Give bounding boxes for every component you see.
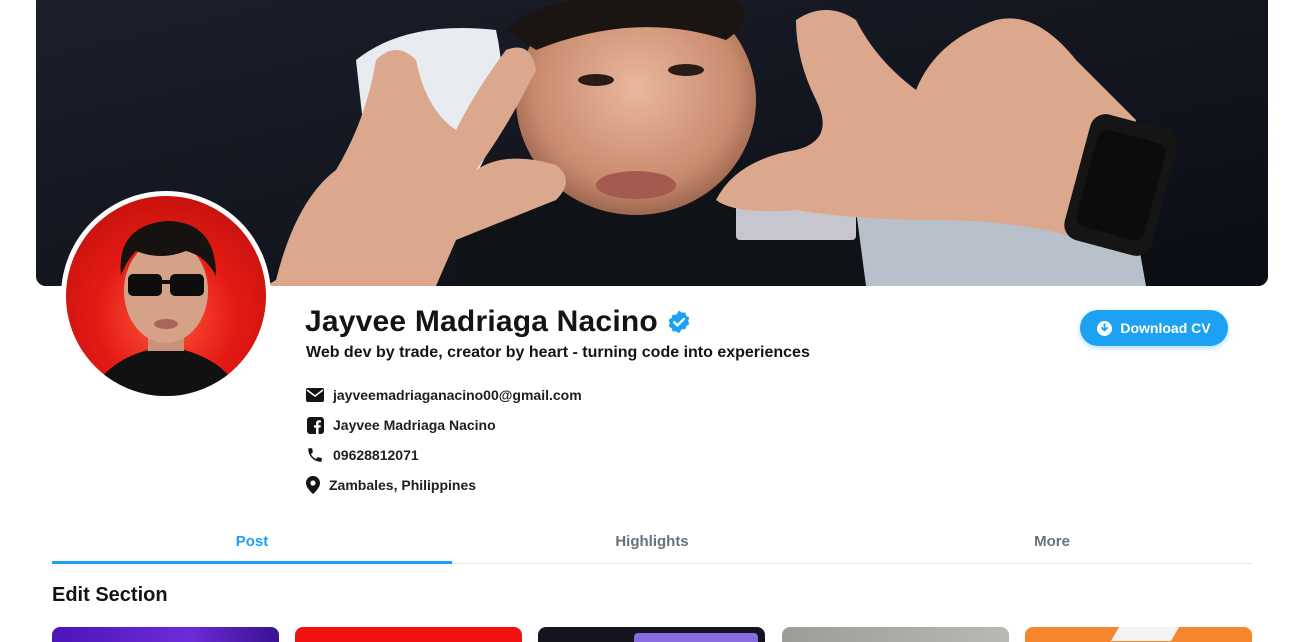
verified-badge-icon bbox=[666, 309, 692, 335]
contact-phone-text: 09628812071 bbox=[333, 447, 419, 463]
facebook-icon bbox=[305, 415, 325, 435]
section-title: Edit Section bbox=[52, 584, 168, 606]
post-thumbnail[interactable] bbox=[1025, 627, 1252, 642]
download-circle-icon bbox=[1097, 320, 1113, 336]
avatar-image bbox=[66, 196, 266, 396]
phone-icon bbox=[305, 445, 325, 465]
profile-page: Jayvee Madriaga Nacino Web dev by trade,… bbox=[0, 0, 1304, 642]
contact-list: jayveemadriaganacino00@gmail.com Jayvee … bbox=[305, 380, 582, 500]
profile-tabs: Post Highlights More bbox=[52, 520, 1252, 564]
envelope-icon bbox=[305, 385, 325, 405]
name-row: Jayvee Madriaga Nacino bbox=[305, 305, 692, 339]
tab-highlights[interactable]: Highlights bbox=[452, 520, 852, 563]
tab-post-label: Post bbox=[235, 533, 269, 550]
tab-post[interactable]: Post bbox=[52, 520, 452, 564]
profile-avatar[interactable] bbox=[61, 191, 271, 401]
download-cv-label: Download CV bbox=[1120, 320, 1211, 336]
profile-bio: Web dev by trade, creator by heart - tur… bbox=[306, 344, 810, 361]
post-thumbnail[interactable] bbox=[782, 627, 1009, 642]
contact-location[interactable]: Zambales, Philippines bbox=[305, 470, 582, 500]
post-thumbnails bbox=[52, 627, 1252, 642]
map-pin-icon bbox=[305, 475, 321, 495]
contact-phone[interactable]: 09628812071 bbox=[305, 440, 582, 470]
contact-facebook-text: Jayvee Madriaga Nacino bbox=[333, 417, 496, 433]
contact-facebook[interactable]: Jayvee Madriaga Nacino bbox=[305, 410, 582, 440]
contact-email-text: jayveemadriaganacino00@gmail.com bbox=[333, 387, 582, 403]
tab-highlights-label: Highlights bbox=[615, 533, 689, 550]
post-thumbnail[interactable] bbox=[538, 627, 765, 642]
tab-more[interactable]: More bbox=[852, 520, 1252, 563]
tab-more-label: More bbox=[1034, 533, 1070, 550]
post-thumbnail[interactable] bbox=[52, 627, 279, 642]
download-cv-button[interactable]: Download CV bbox=[1080, 310, 1228, 346]
post-thumbnail[interactable] bbox=[295, 627, 522, 642]
contact-email[interactable]: jayveemadriaganacino00@gmail.com bbox=[305, 380, 582, 410]
contact-location-text: Zambales, Philippines bbox=[329, 477, 477, 493]
profile-name: Jayvee Madriaga Nacino bbox=[305, 305, 658, 338]
